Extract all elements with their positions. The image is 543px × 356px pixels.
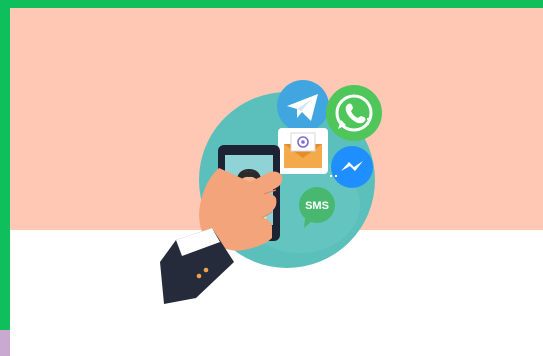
bottom-left-strip — [0, 330, 10, 356]
email-envelope-icon — [278, 128, 328, 174]
whatsapp-icon — [326, 85, 382, 141]
messenger-icon — [331, 146, 373, 188]
sms-label: SMS — [305, 200, 329, 212]
banner-frame: SMS — [0, 0, 543, 356]
omnichannel-illustration: SMS — [160, 80, 382, 304]
telegram-icon — [277, 80, 329, 132]
